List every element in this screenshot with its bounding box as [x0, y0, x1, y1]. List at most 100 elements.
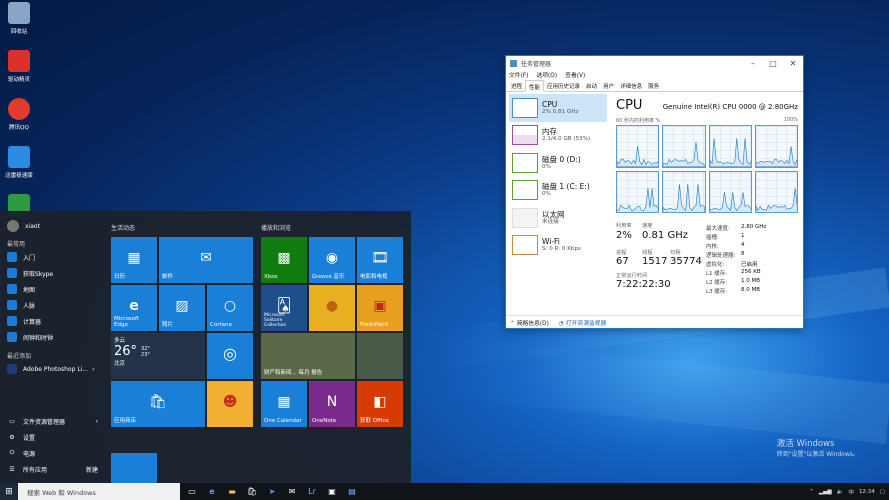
- minimize-button[interactable]: –: [745, 56, 761, 70]
- speed-value: 0.81 GHz: [642, 230, 688, 241]
- tile-xbox[interactable]: ▩ Xbox: [261, 237, 307, 283]
- user-account[interactable]: xiaot: [0, 215, 104, 237]
- taskbar-app[interactable]: ▣: [324, 483, 340, 500]
- resource-ethernet[interactable]: 以太网 未连接: [509, 204, 607, 232]
- start-item-maps[interactable]: 地图: [0, 281, 104, 297]
- start-button[interactable]: ⊞: [0, 483, 18, 500]
- maximize-button[interactable]: □: [765, 56, 781, 70]
- tile-game-xbox[interactable]: ☻: [207, 381, 253, 427]
- tab-app-history[interactable]: 应用历史记录: [544, 80, 583, 91]
- resource-disk-0[interactable]: 磁盘 0 (D:) 0%: [509, 149, 607, 177]
- list-icon: ☰: [9, 465, 15, 473]
- tile-partial[interactable]: [111, 453, 157, 483]
- tile-calendar[interactable]: ▦ 日历: [111, 237, 157, 283]
- taskbar-store[interactable]: 🛍: [244, 483, 260, 500]
- tile-movies[interactable]: 🎞 电影和电视: [357, 237, 403, 283]
- qq-icon: ◎: [223, 344, 237, 364]
- start-item-power[interactable]: ⏻ 电源: [0, 445, 104, 461]
- tab-services[interactable]: 服务: [645, 80, 662, 91]
- search-box[interactable]: 搜索 Web 和 Windows: [18, 483, 180, 500]
- people-icon: [7, 300, 17, 310]
- resource-memory[interactable]: 内存 2.1/4.0 GB (53%): [509, 122, 607, 150]
- chevron-up-icon[interactable]: ⌃: [809, 489, 814, 495]
- chevron-right-icon: ›: [95, 417, 98, 425]
- taskbar-edge[interactable]: e: [204, 483, 220, 500]
- tile-news-photo[interactable]: [357, 333, 403, 379]
- recent-header: 最近添加: [7, 352, 32, 360]
- windows-logo-icon: ⊞: [5, 486, 13, 497]
- start-item-people[interactable]: 人脉: [0, 297, 104, 313]
- detail-label: 逻辑处理器:: [706, 253, 736, 259]
- clock[interactable]: 12:34: [859, 489, 875, 495]
- notification-icon[interactable]: ▢: [880, 489, 885, 495]
- detail-label: L1 缓存:: [706, 271, 728, 277]
- tile-onenote[interactable]: N OneNote: [309, 381, 355, 427]
- wallpaper-beam: [428, 336, 889, 444]
- start-item-photoshop[interactable]: Adobe Photoshop Li... ›: [0, 361, 104, 377]
- resource-list: CPU 2% 0.81 GHz 内存 2.1/4.0 GB (53%) 磁盘 0 (…: [509, 94, 607, 316]
- menu-bar: 文件(F) 选项(O) 查看(V): [506, 70, 803, 80]
- start-item-file-explorer[interactable]: ▭ 文件资源管理器 ›: [0, 413, 104, 429]
- resource-disk-1[interactable]: 磁盘 1 (C: E:) 0%: [509, 177, 607, 205]
- tab-processes[interactable]: 进程: [508, 80, 525, 91]
- network-icon[interactable]: ▂▄▆: [819, 489, 832, 495]
- tile-photos[interactable]: ▨ 照片: [159, 285, 205, 331]
- cpu-model: Genuine Intel(R) CPU 0000 @ 2.80GHz: [662, 103, 798, 111]
- tile-store[interactable]: 🛍 应用商店: [111, 381, 205, 427]
- cpu-usage-line: [663, 183, 705, 212]
- tile-qq[interactable]: ◎: [207, 333, 253, 379]
- start-item-calculator[interactable]: 计算器: [0, 313, 104, 329]
- detail-label: L2 缓存:: [706, 280, 728, 286]
- qq-icon: [8, 98, 30, 120]
- start-item-settings[interactable]: ⚙ 设置: [0, 429, 104, 445]
- most-used-header: 最常用: [7, 240, 26, 248]
- input-method-icon[interactable]: 中: [848, 488, 854, 496]
- taskbar-xunlei[interactable]: ➤: [264, 483, 280, 500]
- tile-office[interactable]: ◧ 获取 Office: [357, 381, 403, 427]
- tile-solitaire[interactable]: 🂡 Microsoft Solitaire Collection: [261, 285, 307, 331]
- close-button[interactable]: ✕: [785, 56, 801, 70]
- tile-one-calendar[interactable]: ▦ One Calendar: [261, 381, 307, 427]
- start-item-alarms[interactable]: 闹钟和时钟: [0, 329, 104, 345]
- volume-icon[interactable]: 🔈: [837, 489, 844, 495]
- desktop-icon-qq[interactable]: 腾讯QQ: [2, 98, 36, 142]
- taskbar-mail[interactable]: ✉: [284, 483, 300, 500]
- open-resource-monitor-link[interactable]: ◔ 打开资源监视器: [559, 318, 607, 327]
- tile-news[interactable]: 财产和新闻... 每月 报告: [261, 333, 355, 379]
- menu-view[interactable]: 查看(V): [565, 70, 585, 80]
- desktop-icon-xunlei[interactable]: 迅雷极速版: [2, 146, 36, 190]
- film-icon: 🎞: [371, 250, 389, 267]
- fewer-details-button[interactable]: ⌃ 简略信息(D): [510, 318, 549, 327]
- tab-users[interactable]: 用户: [600, 80, 617, 91]
- menu-options[interactable]: 选项(O): [536, 70, 557, 80]
- music-disc-icon: ◉: [325, 250, 339, 267]
- tab-details[interactable]: 详细信息: [617, 80, 645, 91]
- tab-startup[interactable]: 启动: [583, 80, 600, 91]
- tile-freshpaint[interactable]: ▣ FreshPaint: [357, 285, 403, 331]
- start-menu: xiaot 最常用 入门 获取Skype 地图 人脉 计算器 闹钟和时钟 最近添…: [0, 211, 411, 483]
- tile-groove[interactable]: ◉ Groove 音乐: [309, 237, 355, 283]
- tile-weather[interactable]: 多云 26° 32° 23° 北京: [111, 333, 205, 379]
- tile-mail[interactable]: ✉ 邮件: [159, 237, 253, 283]
- tile-cortana[interactable]: ○ Cortana: [207, 285, 253, 331]
- desktop-icon-recycle-bin[interactable]: 回收站: [2, 2, 36, 46]
- resource-cpu[interactable]: CPU 2% 0.81 GHz: [509, 94, 607, 122]
- taskbar-task-manager[interactable]: ▤: [344, 483, 360, 500]
- utilization-label: 利用率: [616, 223, 632, 229]
- desktop-icon-driver-genius[interactable]: 驱动精灵: [2, 50, 36, 94]
- start-item-get-started[interactable]: 入门: [0, 249, 104, 265]
- resource-wifi[interactable]: Wi-Fi S: 0 R: 0 Kbps: [509, 232, 607, 260]
- taskbar-explorer[interactable]: ▬: [224, 483, 240, 500]
- cpu-core-graph: [662, 125, 706, 168]
- start-item-skype[interactable]: 获取Skype: [0, 265, 104, 281]
- task-view-button[interactable]: ▭: [184, 483, 200, 500]
- menu-file[interactable]: 文件(F): [509, 70, 528, 80]
- utilization-value: 2%: [616, 230, 632, 241]
- tab-performance[interactable]: 性能: [525, 80, 545, 92]
- start-item-all-apps[interactable]: ☰ 所有应用 新建: [0, 461, 104, 477]
- game-character-icon: ☻: [222, 394, 238, 411]
- tile-chicken-game[interactable]: ●: [309, 285, 355, 331]
- taskbar-photoshop[interactable]: Lr: [304, 483, 320, 500]
- tile-edge[interactable]: e Microsoft Edge: [111, 285, 157, 331]
- speed-label: 速度: [642, 223, 653, 229]
